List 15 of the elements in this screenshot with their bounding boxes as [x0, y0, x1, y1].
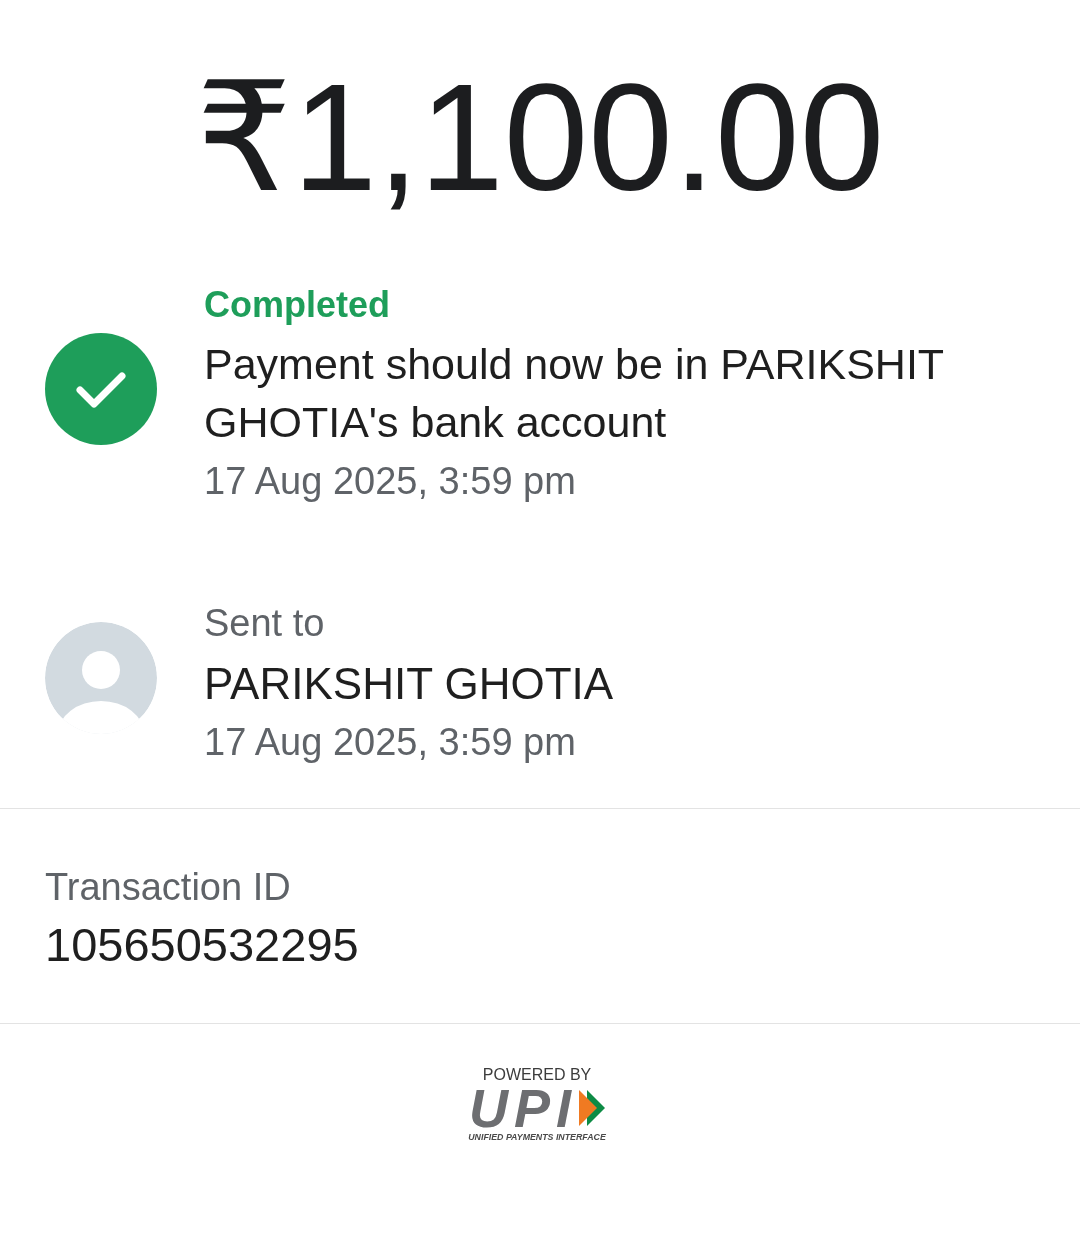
- avatar-icon: [45, 622, 157, 734]
- arrow-icon: [579, 1090, 605, 1126]
- status-label: Completed: [204, 283, 390, 327]
- timestamp: 17 Aug 2025, 3:59 pm: [204, 720, 576, 765]
- powered-by-label: POWERED BY: [482, 1066, 592, 1084]
- timestamp: 17 Aug 2025, 3:59 pm: [204, 459, 576, 504]
- logo-text: UPI: [469, 1086, 577, 1130]
- recipient-name: PARIKSHIT GHOTIA: [204, 658, 614, 710]
- transaction-id-label: Transaction ID: [45, 865, 291, 910]
- status-message: Payment should now be in PARIKSHIT GHOTIA's bank account: [204, 339, 945, 448]
- transaction-id-value: 105650532295: [45, 917, 359, 973]
- check-circle-icon: [45, 333, 157, 445]
- logo-tagline: UNIFIED PAYMENTS INTERFACE: [468, 1132, 606, 1143]
- amount-text: ₹1,100.00: [194, 57, 886, 217]
- sent-to-label: Sent to: [204, 601, 325, 646]
